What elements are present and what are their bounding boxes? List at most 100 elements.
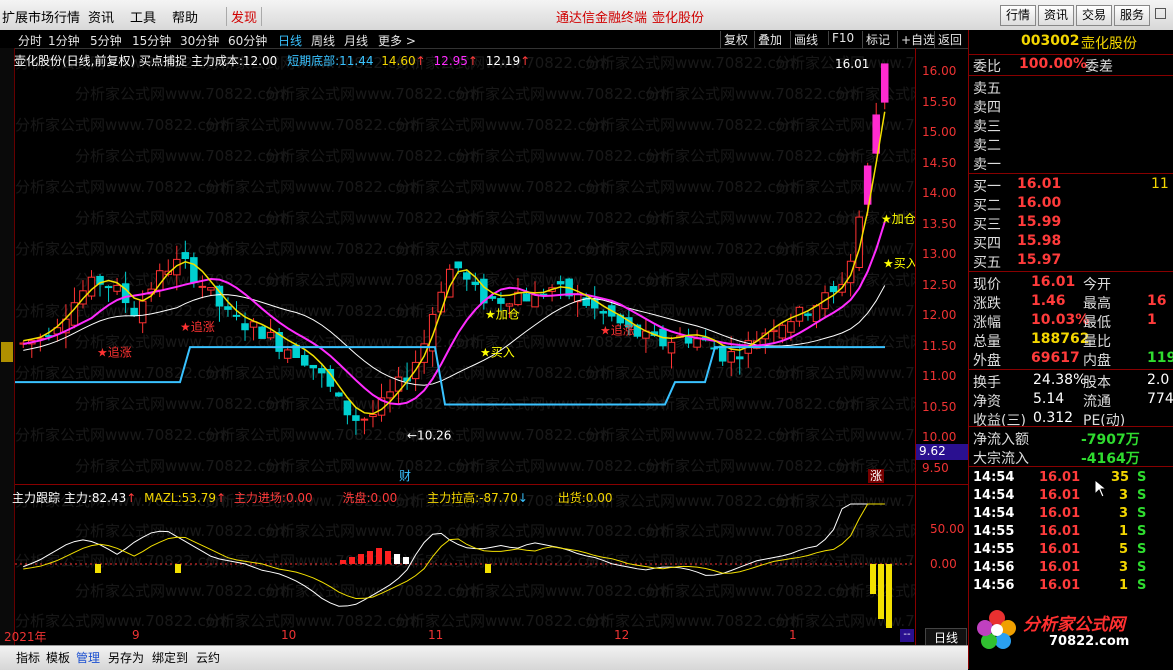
tick-time: 14:54 bbox=[973, 506, 1015, 521]
left-expand-handle[interactable] bbox=[1, 342, 13, 362]
overlay-button[interactable]: 叠加 bbox=[754, 31, 785, 48]
mouse-cursor-icon bbox=[1094, 479, 1108, 498]
period-30min[interactable]: 30分钟 bbox=[180, 32, 219, 49]
tick-volume: 1 bbox=[1119, 524, 1129, 539]
weicha-label: 委差 bbox=[1085, 59, 1113, 75]
logo-text: 分析家公式网 bbox=[1023, 615, 1125, 635]
svg-text:分析家公式网www.70822.com: 分析家公式网www.70822.com bbox=[15, 116, 230, 134]
candle bbox=[599, 311, 608, 314]
svg-text:分析家公式网www.70822.com: 分析家公式网www.70822.com bbox=[645, 271, 860, 289]
period-day[interactable]: 日线 bbox=[278, 32, 302, 49]
signal-annotation: ★加仓 bbox=[881, 212, 915, 226]
bottom-manage[interactable]: 管理 bbox=[76, 649, 100, 666]
buy-price: 15.97 bbox=[1017, 252, 1062, 268]
add-favorite-button[interactable]: +自选 bbox=[897, 31, 938, 48]
tick-time: 14:54 bbox=[973, 470, 1015, 485]
inflow-bar bbox=[385, 551, 391, 564]
jinchang-label: 主力进场: bbox=[233, 491, 286, 505]
tick-price: 16.01 bbox=[1039, 506, 1081, 521]
candlestick-chart[interactable]: 分析家公式网www.70822.com分析家公式网www.70822.com分析… bbox=[15, 48, 915, 484]
period-1min[interactable]: 1分钟 bbox=[48, 32, 80, 49]
period-label-box[interactable]: 日线 bbox=[925, 628, 967, 646]
f10-button[interactable]: F10 bbox=[828, 31, 857, 45]
stat-row: 总量 188762 量比 bbox=[971, 331, 1171, 350]
svg-text:分析家公式网www.70822.com: 分析家公式网www.70822.com bbox=[265, 457, 480, 475]
svg-text:分析家公式网www.70822.com: 分析家公式网www.70822.com bbox=[455, 147, 670, 165]
menu-ext-market[interactable]: 扩展市场行情 bbox=[2, 7, 80, 26]
sell-row: 卖二 bbox=[971, 135, 1171, 154]
sell-label: 卖三 bbox=[973, 119, 1001, 135]
tick-direction: S bbox=[1137, 506, 1147, 521]
menu-discover[interactable]: 发现 bbox=[226, 7, 263, 26]
trade-button[interactable]: 交易 bbox=[1076, 5, 1113, 26]
buy-row: 买二 16.00 bbox=[971, 195, 1171, 214]
svg-text:分析家公式网www.70822.com: 分析家公式网www.70822.com bbox=[835, 395, 915, 413]
stat2-row: 换手 24.38% 股本 2.0 bbox=[971, 372, 1171, 391]
tick-volume: 3 bbox=[1119, 560, 1129, 575]
period-15min[interactable]: 15分钟 bbox=[132, 32, 171, 49]
candle bbox=[787, 321, 795, 333]
outflow-bar bbox=[886, 564, 892, 628]
period-60min[interactable]: 60分钟 bbox=[228, 32, 267, 49]
svg-text:分析家公式网www.70822.com: 分析家公式网www.70822.com bbox=[835, 85, 915, 103]
bottom-template[interactable]: 模板 bbox=[46, 649, 70, 666]
candle bbox=[693, 338, 701, 348]
candle bbox=[829, 286, 838, 293]
bottom-bindto[interactable]: 绑定到 bbox=[152, 649, 188, 666]
svg-text:分析家公式网www.70822.com: 分析家公式网www.70822.com bbox=[265, 209, 480, 227]
candle bbox=[778, 324, 787, 339]
support-value-4: 12.19 bbox=[485, 54, 521, 68]
period-5min[interactable]: 5分钟 bbox=[90, 32, 122, 49]
news-button[interactable]: 资讯 bbox=[1038, 5, 1075, 26]
inflow-bar bbox=[403, 557, 409, 564]
stat-row: 现价 16.01 今开 bbox=[971, 274, 1171, 293]
quote-header: 003002 壶化股份 bbox=[969, 30, 1173, 54]
svg-text:分析家公式网www.70822.com: 分析家公式网www.70822.com bbox=[395, 612, 610, 628]
tick-time: 14:55 bbox=[973, 524, 1015, 539]
tick-direction: S bbox=[1137, 470, 1147, 485]
svg-text:分析家公式网www.70822.com: 分析家公式网www.70822.com bbox=[775, 116, 915, 134]
tick-direction: S bbox=[1137, 578, 1147, 593]
draw-button[interactable]: 画线 bbox=[790, 31, 821, 48]
svg-text:分析家公式网www.70822.com: 分析家公式网www.70822.com bbox=[15, 240, 230, 258]
menu-news[interactable]: 资讯 bbox=[88, 7, 114, 26]
scroll-box[interactable]: -- bbox=[900, 629, 914, 642]
service-button[interactable]: 服务 bbox=[1114, 5, 1151, 26]
fuquan-button[interactable]: 复权 bbox=[720, 31, 751, 48]
period-week[interactable]: 周线 bbox=[311, 32, 335, 49]
outflow-bar bbox=[870, 564, 876, 594]
menu-tools[interactable]: 工具 bbox=[130, 7, 156, 26]
tick-volume: 3 bbox=[1119, 506, 1129, 521]
outflow-bar bbox=[878, 564, 884, 619]
tick-time: 14:54 bbox=[973, 488, 1015, 503]
svg-text:分析家公式网www.70822.com: 分析家公式网www.70822.com bbox=[75, 209, 290, 227]
mark-button[interactable]: 标记 bbox=[862, 31, 893, 48]
period-fenshi[interactable]: 分时 bbox=[18, 32, 42, 49]
signal-annotation: ★追涨 bbox=[97, 345, 132, 360]
flow-row: 净流入额 -7907万 bbox=[971, 429, 1171, 448]
zhuli-value: 82.43 bbox=[91, 491, 127, 505]
period-more[interactable]: 更多 > bbox=[378, 32, 416, 49]
back-button[interactable]: 返回 bbox=[934, 31, 965, 48]
flow-label: 大宗流入 bbox=[973, 451, 1029, 467]
stat-label-2: 最高 bbox=[1083, 296, 1111, 312]
window-icon[interactable] bbox=[1155, 8, 1166, 19]
candle bbox=[454, 261, 463, 269]
bottom-indicator[interactable]: 指标 bbox=[16, 649, 40, 666]
period-toolbar: 分时 1分钟 5分钟 15分钟 30分钟 60分钟 日线 周线 月线 更多 > … bbox=[0, 30, 968, 49]
bottom-saveas[interactable]: 另存为 bbox=[108, 649, 144, 666]
indicator-chart[interactable]: 分析家公式网www.70822.com分析家公式网www.70822.com分析… bbox=[15, 486, 915, 628]
bottom-cloud[interactable]: 云约 bbox=[196, 649, 220, 666]
candle bbox=[428, 313, 437, 352]
stat-value-2: 16 bbox=[1147, 293, 1167, 309]
candle bbox=[804, 313, 812, 316]
stat-label-2: 今开 bbox=[1083, 277, 1111, 293]
price-axis-label: 12.50 bbox=[922, 277, 957, 292]
candle bbox=[335, 392, 343, 397]
menu-help[interactable]: 帮助 bbox=[172, 7, 198, 26]
quote-button[interactable]: 行情 bbox=[1000, 5, 1037, 26]
period-month[interactable]: 月线 bbox=[344, 32, 368, 49]
tick-direction: S bbox=[1137, 560, 1147, 575]
tick-volume: 5 bbox=[1119, 542, 1129, 557]
buy-label: 买二 bbox=[973, 198, 1001, 214]
